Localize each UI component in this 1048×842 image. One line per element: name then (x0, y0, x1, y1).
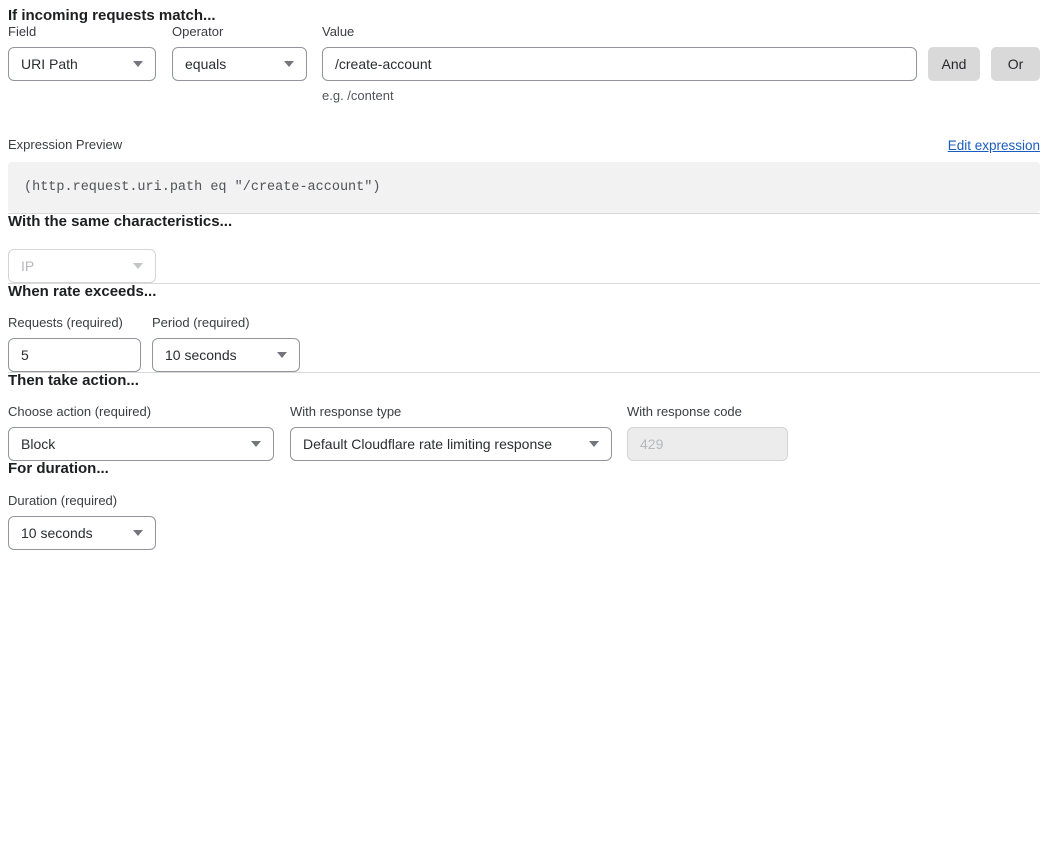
action-controls-row: Choose action (required) Block With resp… (8, 404, 1040, 461)
expression-preview-header: Expression Preview Edit expression (8, 137, 1040, 153)
response-code-label: With response code (627, 404, 788, 420)
section-incoming-requests: If incoming requests match... Field URI … (8, 8, 1040, 213)
chevron-down-icon (133, 530, 143, 536)
section-heading-duration: For duration... (8, 461, 1040, 477)
field-group-field: Field URI Path (8, 24, 156, 81)
section-characteristics: With the same characteristics... IP (8, 214, 1040, 283)
and-button[interactable]: And (928, 47, 980, 81)
response-type-label: With response type (290, 404, 612, 420)
field-group-period: Period (required) 10 seconds (152, 315, 300, 372)
chevron-down-icon (277, 352, 287, 358)
section-duration: For duration... Duration (required) 10 s… (8, 461, 1040, 550)
field-group-requests: Requests (required) (8, 315, 141, 372)
period-select-value: 10 seconds (165, 347, 237, 363)
field-group-response-type: With response type Default Cloudflare ra… (290, 404, 612, 461)
response-code-input (627, 427, 788, 461)
edit-expression-link[interactable]: Edit expression (948, 138, 1040, 153)
action-select-value: Block (21, 436, 55, 452)
section-rate: When rate exceeds... Requests (required)… (8, 284, 1040, 372)
requests-label: Requests (required) (8, 315, 141, 331)
action-select[interactable]: Block (8, 427, 274, 461)
field-select-value: URI Path (21, 56, 78, 72)
field-select[interactable]: URI Path (8, 47, 156, 81)
rate-limiting-rule-form: If incoming requests match... Field URI … (0, 0, 1048, 557)
field-group-value: Value e.g. /content (322, 24, 917, 104)
value-label: Value (322, 24, 917, 40)
operator-label: Operator (172, 24, 307, 40)
field-group-operator: Operator equals (172, 24, 307, 81)
or-button[interactable]: Or (991, 47, 1040, 81)
chevron-down-icon (251, 441, 261, 447)
chevron-down-icon (133, 61, 143, 67)
duration-label: Duration (required) (8, 493, 1040, 509)
expression-code-text: (http.request.uri.path eq "/create-accou… (24, 180, 380, 195)
operator-select[interactable]: equals (172, 47, 307, 81)
field-group-action: Choose action (required) Block (8, 404, 274, 461)
requests-input[interactable] (8, 338, 141, 372)
period-label: Period (required) (152, 315, 300, 331)
duration-select-value: 10 seconds (21, 525, 93, 541)
response-type-select-value: Default Cloudflare rate limiting respons… (303, 436, 552, 452)
section-heading-characteristics: With the same characteristics... (8, 214, 1040, 230)
section-heading-incoming-requests: If incoming requests match... (8, 8, 1040, 24)
section-heading-rate: When rate exceeds... (8, 284, 1040, 300)
section-heading-action: Then take action... (8, 373, 1040, 389)
expression-preview-label: Expression Preview (8, 137, 122, 153)
value-input[interactable] (322, 47, 917, 81)
match-controls-row: Field URI Path Operator equals Value e.g… (8, 24, 1040, 104)
value-hint: e.g. /content (322, 88, 917, 104)
field-label: Field (8, 24, 156, 40)
response-type-select[interactable]: Default Cloudflare rate limiting respons… (290, 427, 612, 461)
action-label: Choose action (required) (8, 404, 274, 420)
characteristic-select-value: IP (21, 258, 34, 274)
duration-select[interactable]: 10 seconds (8, 516, 156, 550)
chevron-down-icon (284, 61, 294, 67)
rate-controls-row: Requests (required) Period (required) 10… (8, 315, 1040, 372)
period-select[interactable]: 10 seconds (152, 338, 300, 372)
operator-select-value: equals (185, 56, 226, 72)
expression-preview-code: (http.request.uri.path eq "/create-accou… (8, 162, 1040, 213)
chevron-down-icon (589, 441, 599, 447)
chevron-down-icon (133, 263, 143, 269)
field-group-response-code: With response code (627, 404, 788, 461)
section-action: Then take action... Choose action (requi… (8, 373, 1040, 461)
characteristic-select: IP (8, 249, 156, 283)
